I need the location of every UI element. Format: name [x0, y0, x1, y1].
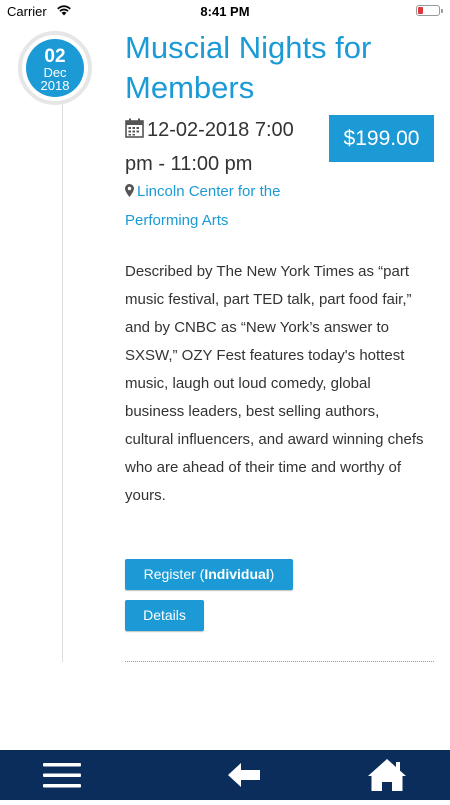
- map-pin-icon: [125, 179, 134, 207]
- event-description: Described by The New York Times as “part…: [125, 263, 424, 504]
- home-icon: [357, 759, 417, 804]
- date-year: 2018: [40, 78, 70, 93]
- event-datetime-text: 12-02-2018 7:00 pm - 11:00 pm: [125, 119, 294, 175]
- details-button[interactable]: Details: [125, 600, 204, 631]
- date-day: 02: [44, 46, 66, 67]
- event-datetime: 12-02-2018 7:00 pm - 11:00 pm: [125, 114, 325, 180]
- register-label-bold: Individual: [204, 566, 270, 582]
- event-divider: [125, 661, 434, 662]
- home-button[interactable]: [357, 750, 417, 800]
- timeline-line: [62, 100, 63, 662]
- register-label-prefix: Register (: [143, 566, 205, 582]
- register-individual-button[interactable]: Register (Individual): [125, 559, 293, 590]
- bottom-nav-bar: [0, 750, 450, 800]
- calendar-icon: [125, 116, 144, 148]
- event-title: Muscial Nights for Members: [125, 30, 372, 105]
- date-badge: 02 Dec 2018: [18, 31, 92, 105]
- back-button[interactable]: [214, 750, 274, 800]
- register-label-suffix: ): [269, 566, 275, 582]
- status-bar: Carrier 8:41 PM: [0, 0, 450, 22]
- event-location-text[interactable]: Lincoln Center for the Performing Arts: [125, 183, 280, 229]
- menu-icon: [32, 763, 92, 804]
- menu-button[interactable]: [32, 750, 92, 800]
- back-arrow-icon: [214, 763, 274, 804]
- battery-icon: [416, 5, 443, 16]
- event-location[interactable]: Lincoln Center for the Performing Arts: [125, 178, 325, 235]
- status-time: 8:41 PM: [200, 4, 250, 19]
- price-badge: $199.00: [329, 115, 434, 162]
- date-badge-circle: 02 Dec 2018: [26, 39, 84, 97]
